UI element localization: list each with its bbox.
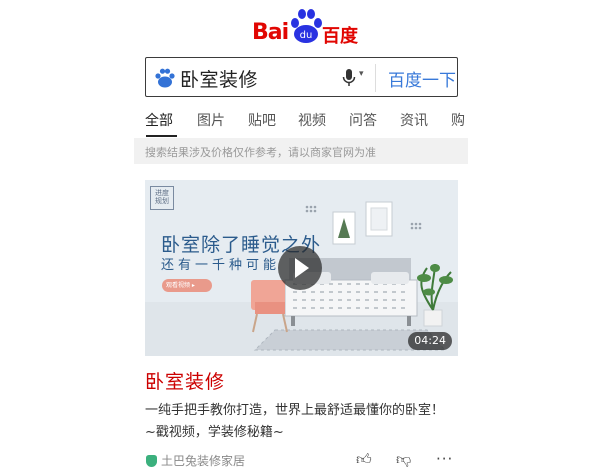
search-divider bbox=[375, 64, 376, 92]
channel-logo: 进度 规划 bbox=[150, 186, 174, 210]
result-description: 一纯手把手教你打造，世界上最舒适最懂你的卧室！~戳视频，学装修秘籍~ bbox=[145, 403, 445, 440]
tab-all[interactable]: 全部 bbox=[145, 110, 173, 130]
logo-cn-text: 百度 bbox=[322, 26, 358, 47]
logo-du-text: du bbox=[300, 30, 313, 41]
price-notice: 搜索结果涉及价格仅作参考，请以商家官网为准 bbox=[145, 146, 376, 159]
video-duration: 04:24 bbox=[408, 332, 452, 350]
logo-bai-text: Bai bbox=[252, 20, 289, 45]
result-title-link[interactable]: 卧室装修 bbox=[145, 367, 225, 394]
tab-tieba[interactable]: 贴吧 bbox=[248, 110, 276, 130]
thumbnail-subline: 还有一千种可能 bbox=[161, 258, 281, 273]
baidu-paw-icon: du bbox=[291, 9, 322, 43]
search-input[interactable]: 卧室装修 bbox=[180, 65, 258, 92]
active-tab-indicator bbox=[146, 135, 177, 137]
video-thumbnail[interactable]: 进度 规划 卧室除了睡觉之外 还有一千种可能 观看视频 ▸ 04:24 bbox=[145, 180, 458, 356]
tab-video[interactable]: 视频 bbox=[298, 110, 326, 130]
baidu-logo[interactable]: Bai du 百度 bbox=[252, 8, 362, 47]
thumbs-up-icon[interactable]: 👍︎ bbox=[356, 450, 372, 469]
chevron-down-icon[interactable]: ▾ bbox=[359, 69, 364, 79]
watch-video-pill: 观看视频 ▸ bbox=[162, 279, 212, 292]
source-name: 土巴兔装修家居 bbox=[161, 454, 246, 468]
tab-images[interactable]: 图片 bbox=[197, 110, 225, 130]
result-source[interactable]: 土巴兔装修家居 bbox=[146, 452, 245, 469]
thumbs-down-icon[interactable]: 👎︎ bbox=[396, 450, 411, 469]
baidu-bear-icon bbox=[155, 68, 175, 88]
play-icon[interactable] bbox=[278, 246, 322, 290]
verified-shield-icon bbox=[146, 455, 157, 467]
microphone-icon[interactable] bbox=[342, 68, 356, 88]
tab-bar: 全部 图片 贴吧 视频 问答 资讯 购 bbox=[145, 110, 465, 136]
search-box[interactable]: 卧室装修 ▾ 百度一下 bbox=[145, 57, 458, 97]
result-actions: 👍︎ 👎︎ ··· bbox=[356, 450, 456, 470]
more-dots-icon[interactable]: ··· bbox=[436, 450, 453, 468]
tab-news[interactable]: 资讯 bbox=[400, 110, 428, 130]
tab-qa[interactable]: 问答 bbox=[349, 110, 377, 130]
search-button[interactable]: 百度一下 bbox=[388, 66, 456, 91]
tab-shopping[interactable]: 购 bbox=[451, 110, 465, 130]
